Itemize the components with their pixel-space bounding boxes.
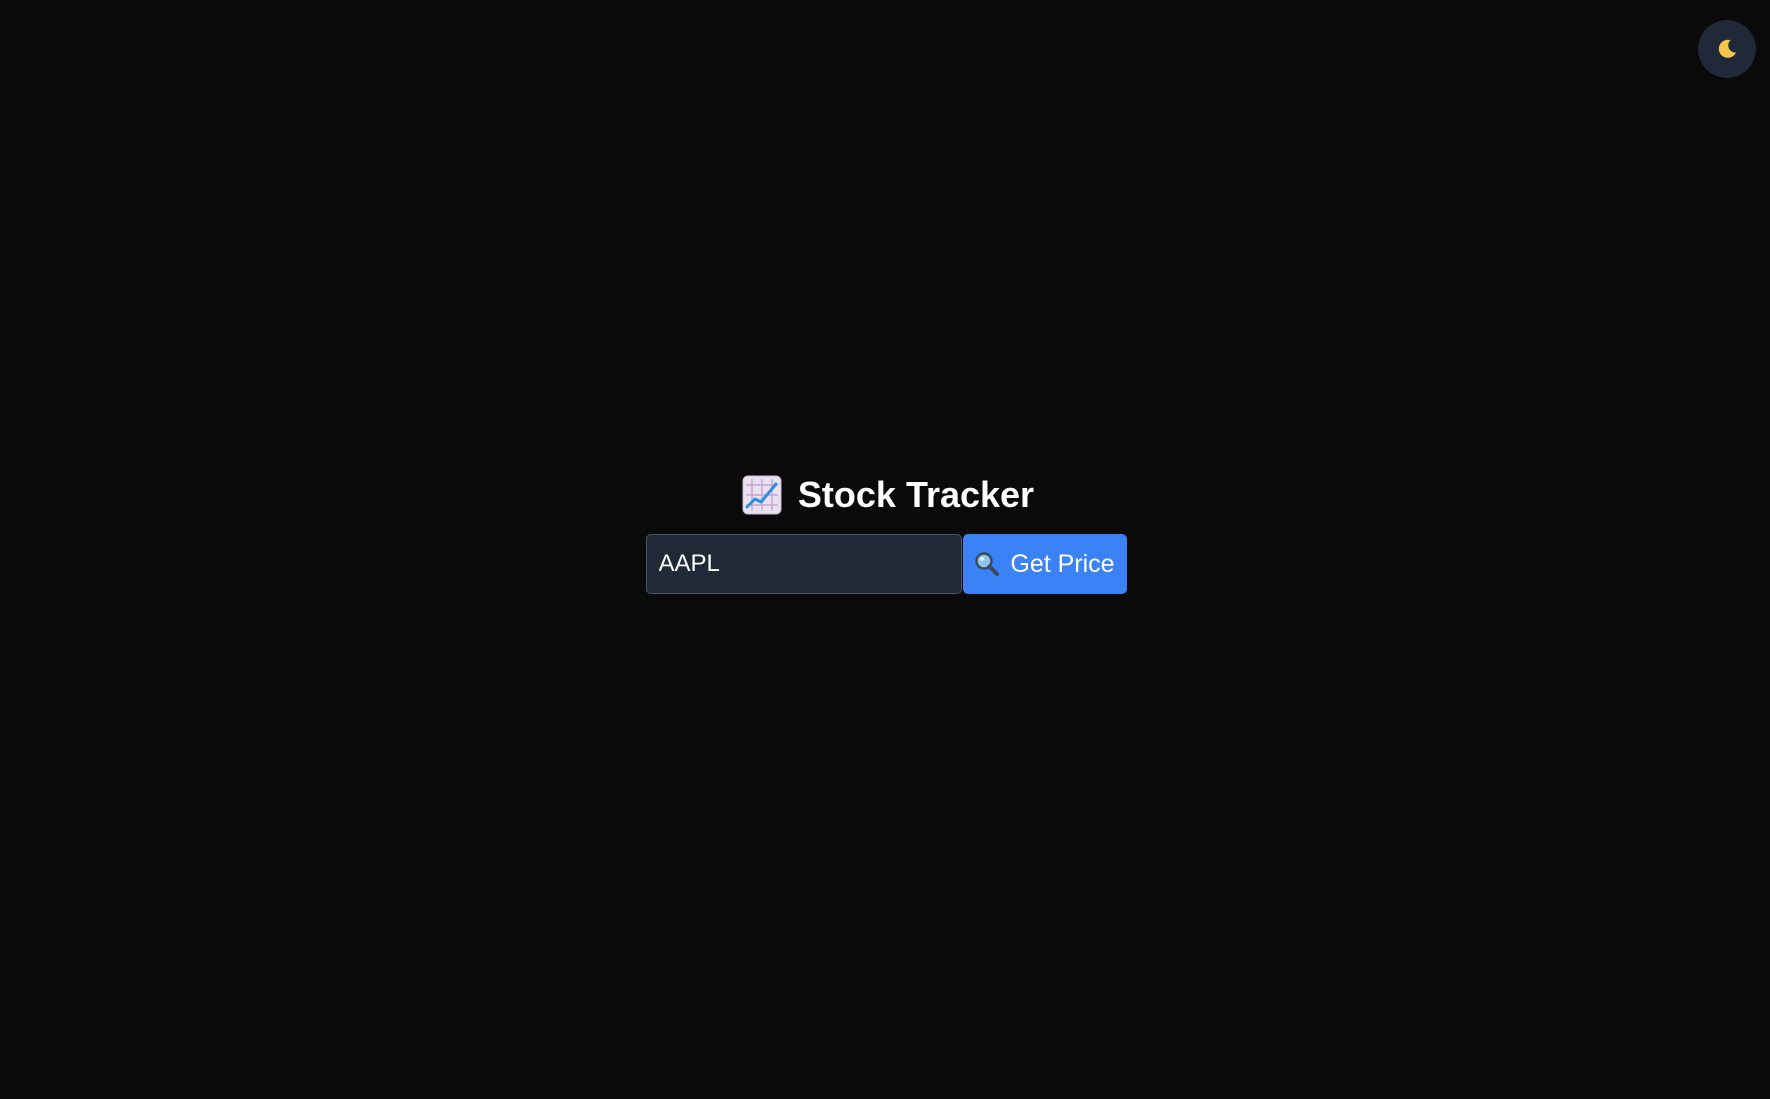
ticker-input[interactable] bbox=[645, 534, 962, 594]
theme-toggle-button[interactable] bbox=[1698, 20, 1756, 78]
magnifying-glass-icon bbox=[975, 552, 1000, 576]
get-price-button[interactable]: Get Price bbox=[962, 534, 1127, 594]
chart-increasing-icon bbox=[742, 475, 782, 515]
main-content: Stock Tracker Get Price bbox=[0, 474, 1770, 594]
get-price-label: Get Price bbox=[1010, 549, 1115, 578]
page: Stock Tracker Get Price bbox=[0, 0, 1770, 1099]
search-bar: Get Price bbox=[645, 534, 1127, 594]
page-title: Stock Tracker bbox=[797, 474, 1035, 515]
moon-icon bbox=[1718, 39, 1736, 58]
header: Stock Tracker bbox=[742, 474, 1034, 516]
